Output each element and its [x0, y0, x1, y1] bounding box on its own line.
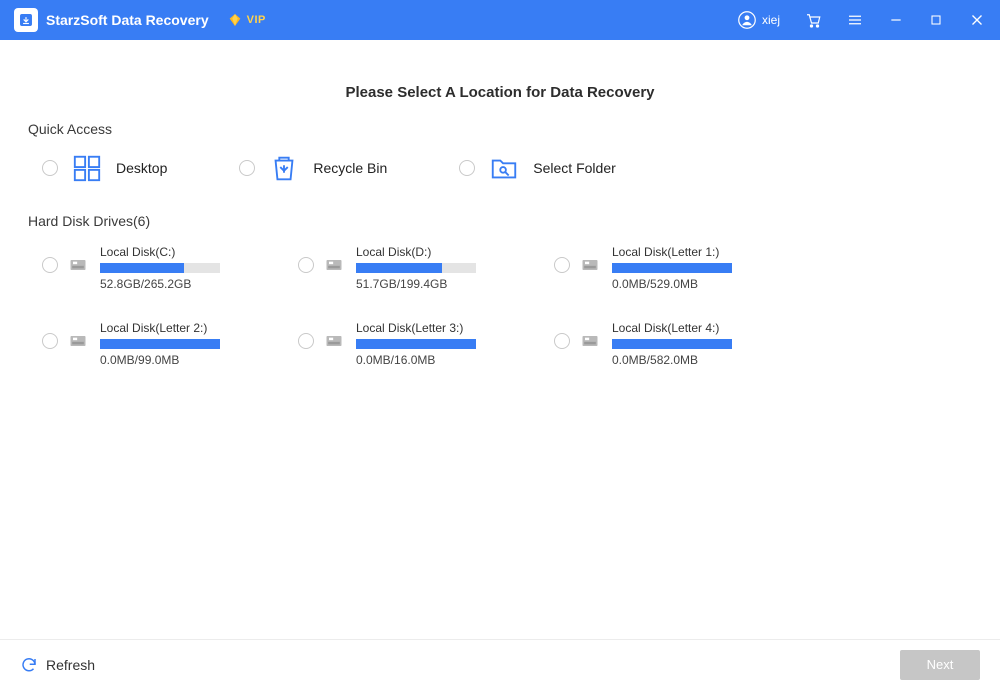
ssd-icon	[324, 331, 344, 351]
refresh-label: Refresh	[46, 657, 95, 673]
maximize-icon	[928, 12, 944, 28]
drive-name: Local Disk(Letter 4:)	[612, 321, 732, 335]
cart-icon	[804, 11, 822, 29]
usage-bar	[100, 263, 220, 273]
vip-label: VIP	[247, 14, 266, 26]
drive-size: 52.8GB/265.2GB	[100, 277, 220, 291]
drive-size: 0.0MB/99.0MB	[100, 353, 220, 367]
user-account[interactable]: xiej	[738, 11, 780, 29]
ssd-icon	[580, 331, 600, 351]
menu-icon	[846, 11, 864, 29]
drive-item[interactable]: Local Disk(Letter 3:) 0.0MB/16.0MB	[298, 321, 498, 367]
usage-bar	[356, 263, 476, 273]
radio[interactable]	[554, 333, 570, 349]
ssd-icon	[68, 331, 88, 351]
close-button[interactable]	[968, 11, 986, 29]
vip-badge[interactable]: VIP	[227, 12, 266, 28]
radio[interactable]	[239, 160, 255, 176]
drive-item[interactable]: Local Disk(D:) 51.7GB/199.4GB	[298, 245, 498, 291]
refresh-button[interactable]: Refresh	[20, 656, 95, 674]
app-logo	[14, 8, 38, 32]
usage-bar	[612, 339, 732, 349]
close-icon	[968, 11, 986, 29]
refresh-icon	[20, 656, 38, 674]
drive-item[interactable]: Local Disk(C:) 52.8GB/265.2GB	[42, 245, 242, 291]
quick-access-item[interactable]: Desktop	[42, 153, 167, 183]
usage-bar	[612, 263, 732, 273]
radio[interactable]	[298, 257, 314, 273]
cart-button[interactable]	[804, 11, 822, 29]
titlebar: StarzSoft Data Recovery VIP xiej	[0, 0, 1000, 40]
quick-access-heading: Quick Access	[28, 121, 972, 137]
next-button[interactable]: Next	[900, 650, 980, 680]
recycle-icon	[269, 153, 299, 183]
username: xiej	[762, 13, 780, 27]
radio[interactable]	[42, 257, 58, 273]
drive-name: Local Disk(Letter 2:)	[100, 321, 220, 335]
minimize-button[interactable]	[888, 12, 904, 28]
folder-icon	[489, 153, 519, 183]
drive-name: Local Disk(Letter 1:)	[612, 245, 732, 259]
usage-bar	[100, 339, 220, 349]
minimize-icon	[888, 12, 904, 28]
drive-item[interactable]: Local Disk(Letter 1:) 0.0MB/529.0MB	[554, 245, 754, 291]
drive-size: 0.0MB/582.0MB	[612, 353, 732, 367]
user-icon	[738, 11, 756, 29]
radio[interactable]	[554, 257, 570, 273]
radio[interactable]	[42, 160, 58, 176]
radio[interactable]	[298, 333, 314, 349]
hard-drives-heading: Hard Disk Drives(6)	[28, 213, 972, 229]
footer: Refresh Next	[0, 639, 1000, 689]
menu-button[interactable]	[846, 11, 864, 29]
app-title: StarzSoft Data Recovery	[46, 12, 209, 28]
vip-icon	[227, 12, 243, 28]
drive-size: 0.0MB/529.0MB	[612, 277, 732, 291]
quick-access-label: Desktop	[116, 160, 167, 176]
drive-item[interactable]: Local Disk(Letter 2:) 0.0MB/99.0MB	[42, 321, 242, 367]
ssd-icon	[580, 255, 600, 275]
drive-item[interactable]: Local Disk(Letter 4:) 0.0MB/582.0MB	[554, 321, 754, 367]
maximize-button[interactable]	[928, 12, 944, 28]
ssd-icon	[68, 255, 88, 275]
radio[interactable]	[42, 333, 58, 349]
quick-access-label: Recycle Bin	[313, 160, 387, 176]
page-heading: Please Select A Location for Data Recove…	[28, 84, 972, 101]
drive-name: Local Disk(Letter 3:)	[356, 321, 476, 335]
desktop-icon	[72, 153, 102, 183]
drive-name: Local Disk(C:)	[100, 245, 220, 259]
drive-name: Local Disk(D:)	[356, 245, 476, 259]
ssd-icon	[324, 255, 344, 275]
next-label: Next	[927, 657, 954, 672]
quick-access-item[interactable]: Select Folder	[459, 153, 615, 183]
usage-bar	[356, 339, 476, 349]
drive-size: 0.0MB/16.0MB	[356, 353, 476, 367]
drive-size: 51.7GB/199.4GB	[356, 277, 476, 291]
quick-access-label: Select Folder	[533, 160, 615, 176]
quick-access-item[interactable]: Recycle Bin	[239, 153, 387, 183]
radio[interactable]	[459, 160, 475, 176]
